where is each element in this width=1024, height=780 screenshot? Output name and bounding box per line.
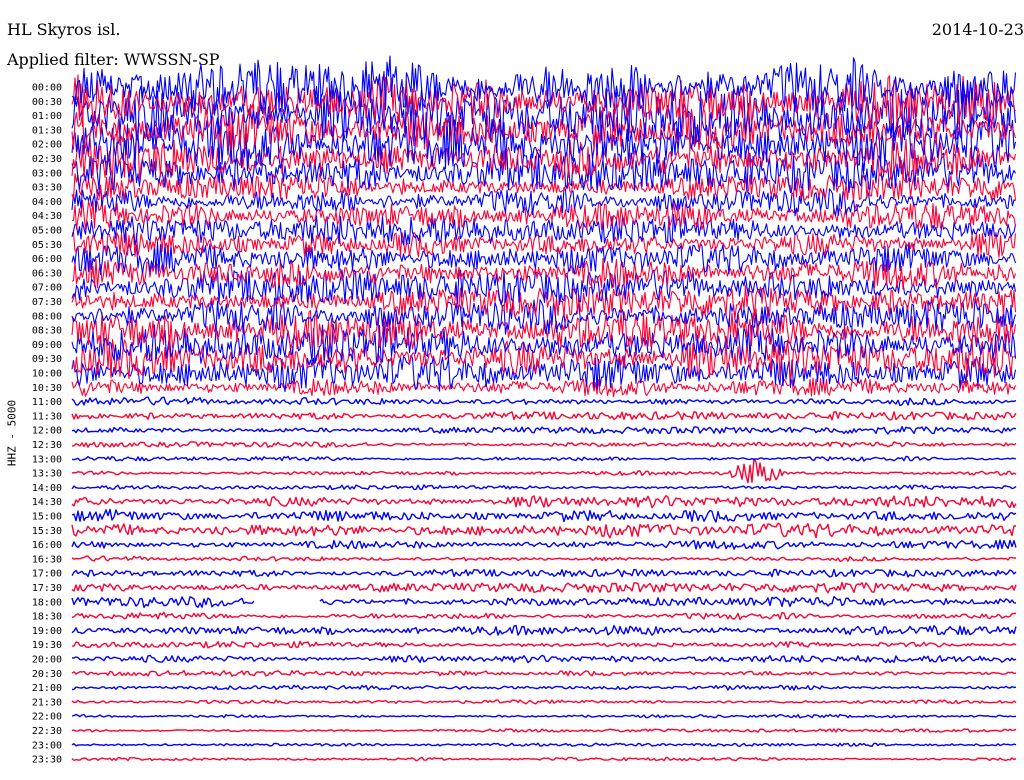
time-label: 09:30 (32, 354, 62, 365)
trace-row (71, 595, 1017, 609)
trace-row (71, 186, 1016, 217)
time-label: 10:30 (32, 383, 62, 394)
trace-row (71, 458, 1017, 484)
trace-row (71, 684, 1017, 691)
time-label: 14:30 (32, 497, 62, 508)
time-label: 20:30 (32, 669, 62, 680)
time-label: 02:00 (32, 140, 62, 151)
time-label: 01:30 (32, 125, 62, 136)
trace-row (71, 495, 1017, 509)
time-label: 13:00 (32, 454, 62, 465)
time-label: 03:30 (32, 183, 62, 194)
time-label: 23:00 (32, 740, 62, 751)
time-label: 06:30 (32, 268, 62, 279)
trace-row (71, 611, 1017, 621)
time-label: 12:30 (32, 440, 62, 451)
time-label: 07:00 (32, 283, 62, 294)
time-label: 12:00 (32, 426, 62, 437)
time-label: 04:30 (32, 211, 62, 222)
trace-row (71, 568, 1017, 578)
trace-row (71, 539, 1017, 550)
time-label: 21:00 (32, 683, 62, 694)
time-label: 21:30 (32, 697, 62, 708)
trace-row (71, 426, 1017, 435)
trace-row (71, 508, 1017, 523)
time-label: 09:00 (32, 340, 62, 351)
time-label: 17:30 (32, 583, 62, 594)
time-label: 05:00 (32, 226, 62, 237)
helicorder-plot: 00:00 00:30 01:00 01:30 02:00 02:30 03:00 03:30… (32, 55, 1017, 766)
trace-row (71, 699, 1017, 705)
time-label: 19:00 (32, 626, 62, 637)
time-label: 01:00 (32, 111, 62, 122)
time-label: 03:00 (32, 168, 62, 179)
trace-row (71, 484, 1017, 491)
trace-row (71, 713, 1017, 719)
trace-row (71, 555, 1017, 563)
trace-row (71, 728, 1017, 733)
time-label: 00:00 (32, 83, 62, 94)
time-label: 22:00 (32, 712, 62, 723)
time-label: 14:00 (32, 483, 62, 494)
trace-row (71, 581, 1017, 594)
time-label: 07:30 (32, 297, 62, 308)
trace-row (71, 411, 1017, 421)
time-label: 13:30 (32, 469, 62, 480)
time-label: 06:00 (32, 254, 62, 265)
time-label: 10:00 (32, 369, 62, 380)
trace-row (71, 654, 1017, 664)
time-label: 02:30 (32, 154, 62, 165)
trace-row (71, 455, 1017, 462)
time-label: 05:30 (32, 240, 62, 251)
time-label: 00:30 (32, 97, 62, 108)
trace-row (71, 669, 1017, 677)
time-label: 17:00 (32, 569, 62, 580)
time-label: 20:00 (32, 655, 62, 666)
trace-row (71, 756, 1017, 762)
time-label: 04:00 (32, 197, 62, 208)
trace-row (71, 742, 1017, 747)
time-label: 22:30 (32, 726, 62, 737)
time-label: 15:00 (32, 512, 62, 523)
time-label: 08:00 (32, 311, 62, 322)
time-label: 19:30 (32, 640, 62, 651)
time-label: 11:30 (32, 411, 62, 422)
time-label: 16:30 (32, 554, 62, 565)
trace-row (71, 640, 1017, 649)
time-label: 18:30 (32, 612, 62, 623)
time-label: 23:30 (32, 755, 62, 766)
trace-row (71, 396, 1017, 407)
time-label: 15:30 (32, 526, 62, 537)
trace-group (71, 55, 1017, 762)
time-label: 08:30 (32, 326, 62, 337)
trace-row (71, 377, 1017, 398)
trace-row (71, 522, 1016, 539)
trace-row (71, 624, 1017, 636)
trace-row (71, 441, 1017, 448)
time-label: 16:00 (32, 540, 62, 551)
time-tick-group: 00:00 00:30 01:00 01:30 02:00 02:30 03:00 03:30… (32, 83, 62, 766)
time-label: 11:00 (32, 397, 62, 408)
time-label: 18:00 (32, 597, 62, 608)
